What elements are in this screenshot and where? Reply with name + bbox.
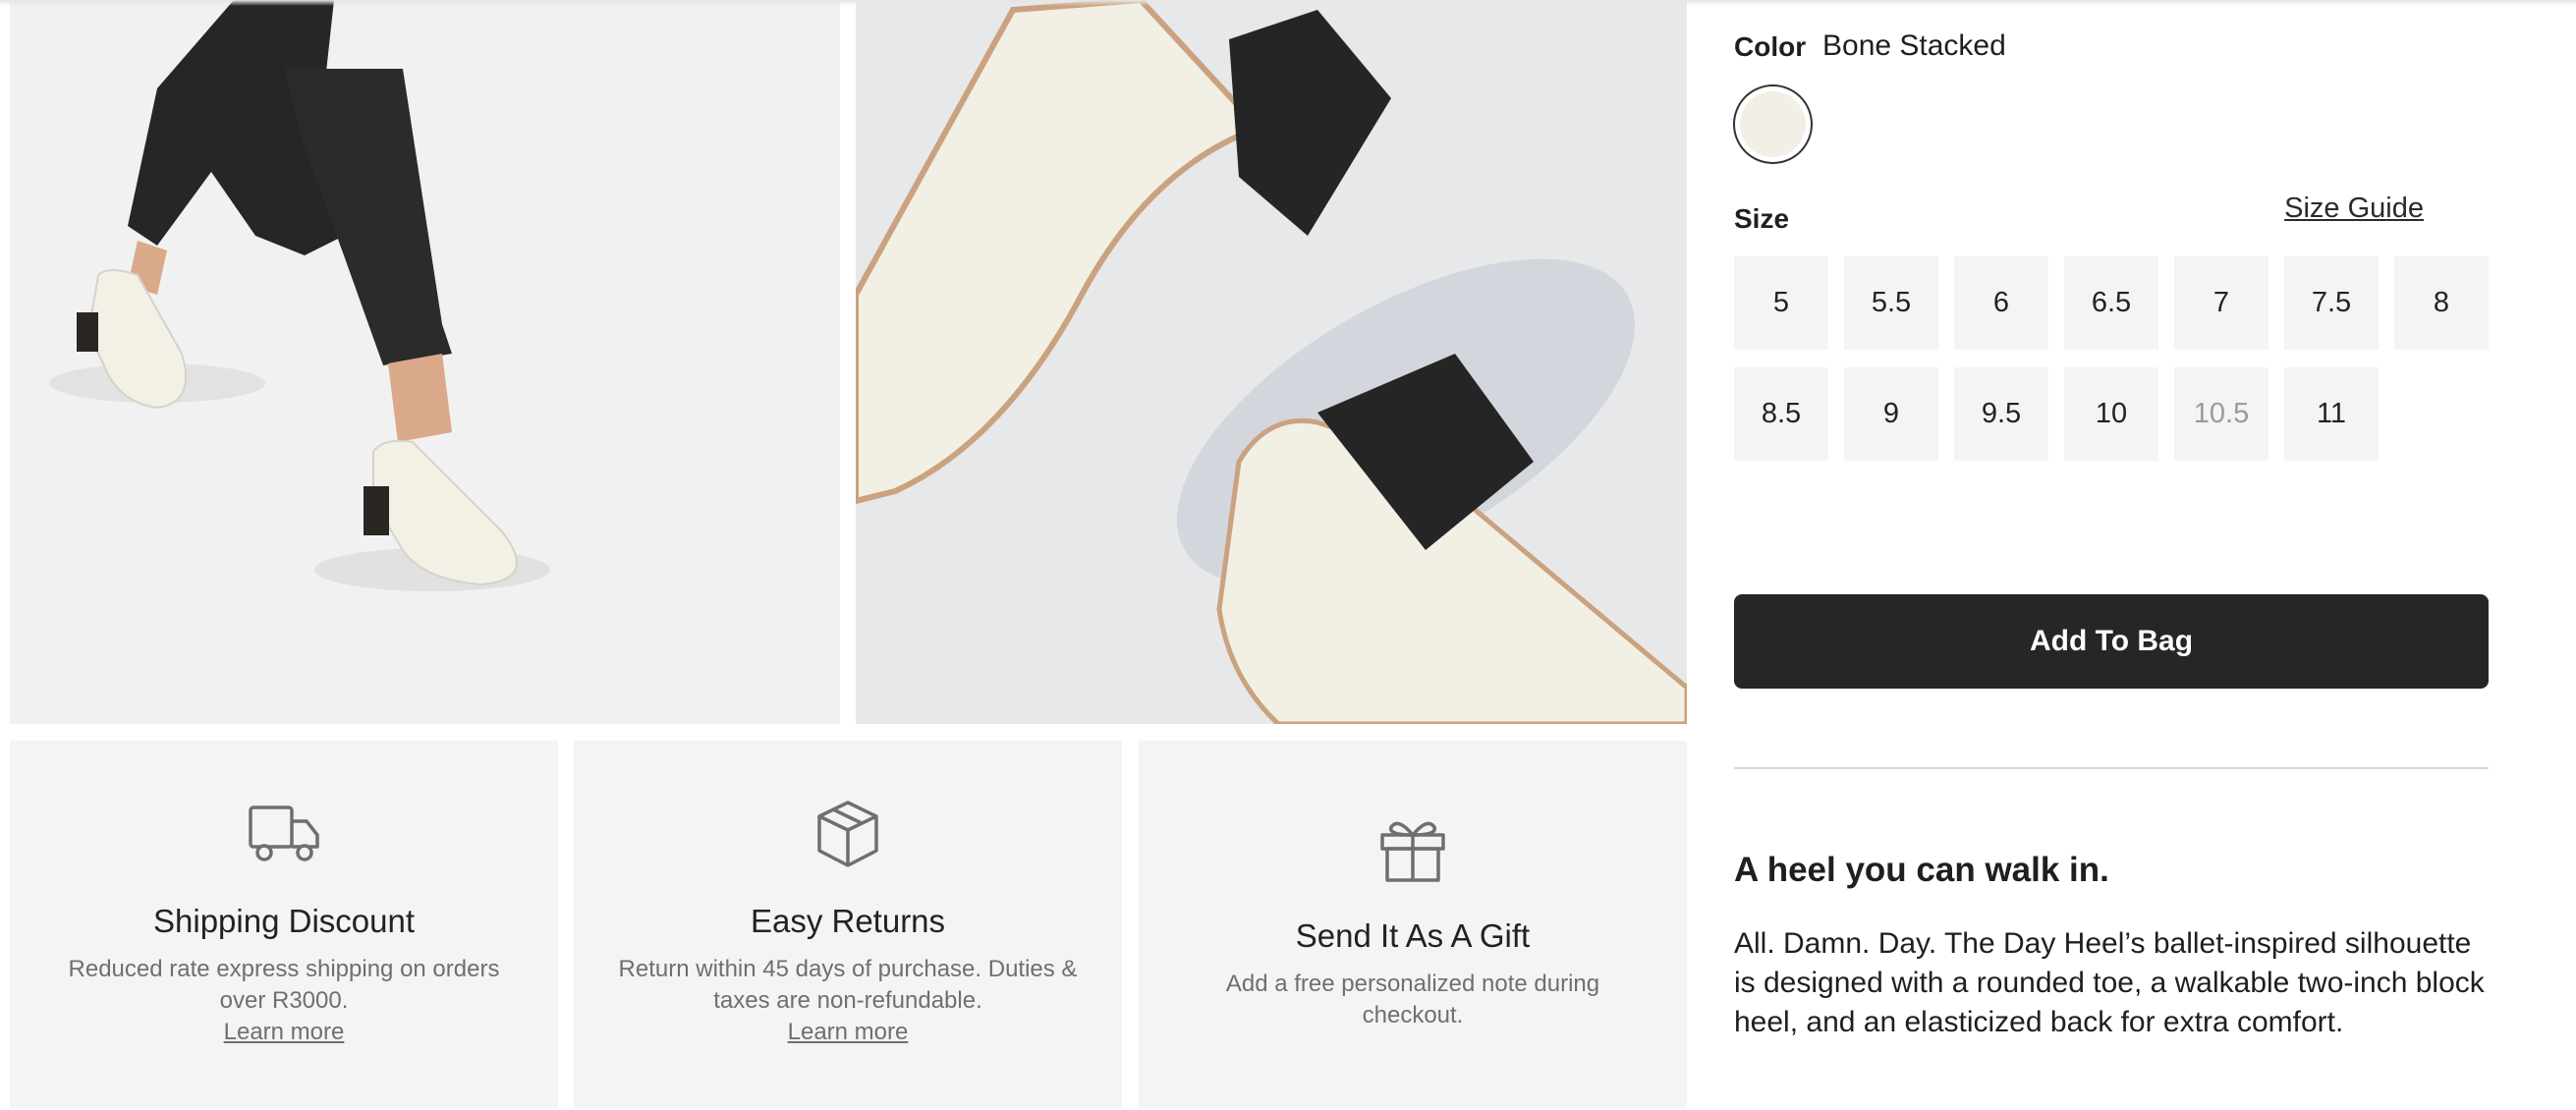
size-guide-link[interactable]: Size Guide <box>2284 193 2424 225</box>
feature-card-gift: Send It As A Gift Add a free personalize… <box>1139 741 1687 1108</box>
divider <box>1734 767 2489 769</box>
shipping-text: Reduced rate express shipping on orders … <box>49 954 519 1048</box>
truck-icon <box>248 800 320 868</box>
size-option[interactable]: 6.5 <box>2064 256 2158 350</box>
add-to-bag-button[interactable]: Add To Bag <box>1734 594 2489 689</box>
size-option[interactable]: 10 <box>2064 367 2158 461</box>
product-photo-shoes-closeup[interactable] <box>856 0 1687 724</box>
size-option[interactable]: 6 <box>1954 256 2048 350</box>
size-option-unavailable[interactable]: 10.5 <box>2174 367 2268 461</box>
shipping-description: Reduced rate express shipping on orders … <box>68 956 500 1014</box>
returns-title: Easy Returns <box>750 903 946 939</box>
model-legs-image <box>10 0 840 724</box>
feature-card-shipping: Shipping Discount Reduced rate express s… <box>10 741 558 1108</box>
size-option[interactable]: 11 <box>2284 367 2379 461</box>
size-option[interactable]: 7 <box>2174 256 2268 350</box>
returns-text: Return within 45 days of purchase. Dutie… <box>613 954 1083 1048</box>
gift-text: Add a free personalized note during chec… <box>1225 971 1600 1028</box>
box-icon <box>812 800 884 868</box>
feature-card-returns: Easy Returns Return within 45 days of pu… <box>574 741 1122 1108</box>
color-label: Color <box>1734 31 1807 62</box>
size-label: Size <box>1734 203 1790 234</box>
gift-icon <box>1376 815 1449 884</box>
shoe-closeup-image <box>856 0 1687 724</box>
size-option[interactable]: 7.5 <box>2284 256 2379 350</box>
size-option[interactable]: 9.5 <box>1954 367 2048 461</box>
product-photo-model-walking[interactable] <box>10 0 840 724</box>
size-option[interactable]: 5 <box>1734 256 1828 350</box>
top-shadow <box>0 0 2576 6</box>
returns-description: Return within 45 days of purchase. Dutie… <box>618 956 1078 1014</box>
size-option[interactable]: 5.5 <box>1844 256 1938 350</box>
shipping-title: Shipping Discount <box>153 903 415 939</box>
product-description: All. Damn. Day. The Day Heel’s ballet-in… <box>1734 927 2485 1038</box>
color-value: Bone Stacked <box>1822 29 2006 62</box>
gift-title: Send It As A Gift <box>1295 917 1531 954</box>
shipping-learn-more-link[interactable]: Learn more <box>49 1017 519 1048</box>
size-option[interactable]: 9 <box>1844 367 1938 461</box>
description-heading: A heel you can walk in. <box>1734 851 2109 889</box>
color-swatch-bone-stacked[interactable] <box>1733 84 1813 164</box>
returns-learn-more-link[interactable]: Learn more <box>613 1017 1083 1048</box>
size-option[interactable]: 8 <box>2394 256 2489 350</box>
size-option[interactable]: 8.5 <box>1734 367 1828 461</box>
